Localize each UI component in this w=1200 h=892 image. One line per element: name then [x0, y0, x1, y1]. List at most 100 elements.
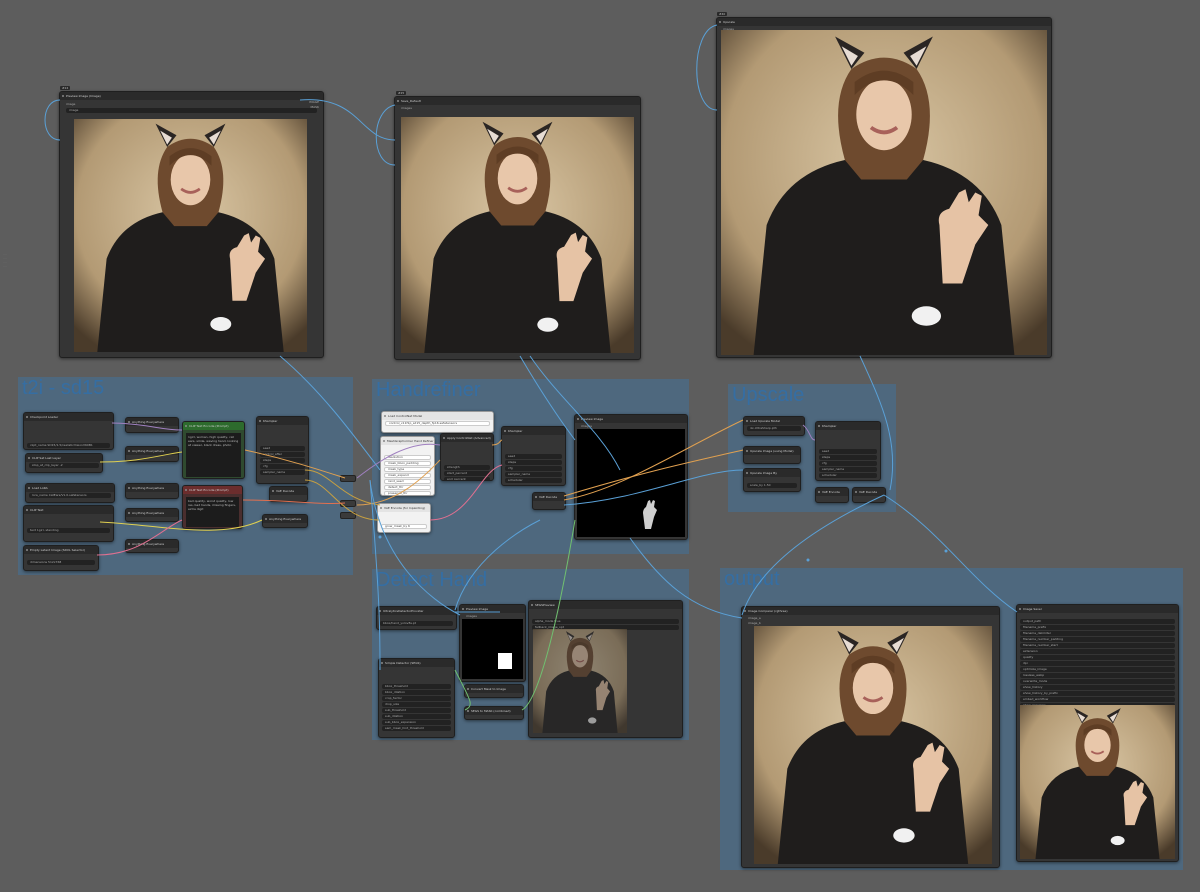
detector-widget[interactable]: sub_dilation — [382, 714, 451, 719]
output-slot-image[interactable]: IMAGE — [309, 100, 319, 104]
node-title[interactable]: Checkpoint Loader — [24, 413, 113, 421]
controlnet-widget[interactable]: end_percent — [444, 477, 490, 480]
ksampler-node-3[interactable]: KSampler seed steps cfg sampler_name sch… — [815, 421, 881, 481]
node-title[interactable]: Simple Detector (SEGS) — [379, 659, 454, 667]
node-title[interactable]: Preview Image — [575, 415, 687, 423]
ksampler-widget[interactable]: sampler_name — [505, 472, 562, 477]
node-title[interactable]: Load ControlNet Model — [382, 412, 493, 420]
upscale-preview-node[interactable]: Upscale images — [716, 17, 1052, 358]
apply-controlnet-node[interactable]: Apply ControlNet (Advanced) strength sta… — [440, 433, 494, 481]
save-default-node[interactable]: Save_Default images — [394, 96, 641, 360]
grow-mask-by-widget[interactable]: grow_mask_by 6 — [381, 524, 427, 529]
ksampler-node-2[interactable]: KSampler seed steps cfg sampler_name sch… — [501, 426, 566, 486]
saver-widget[interactable]: show_history — [1020, 685, 1175, 690]
saver-widget[interactable]: embed_workflow — [1020, 697, 1175, 702]
ckpt-name-widget[interactable]: ckpt_name SD15/1.5/realisticVisionV60B1 — [27, 443, 110, 448]
meshgraphormer-node[interactable]: MeshGraphormer Hand Refiner resolution m… — [380, 436, 435, 496]
ksampler-widget[interactable]: steps — [819, 455, 877, 460]
dimensions-widget[interactable]: dimensions 512x768 — [27, 560, 95, 565]
ksampler-widget[interactable]: scheduler — [505, 478, 562, 483]
saver-widget[interactable]: filename_delimiter — [1020, 631, 1175, 636]
compare-image[interactable] — [754, 626, 992, 864]
reroute-node[interactable] — [340, 512, 356, 519]
anything-everywhere-node[interactable]: Anything Everywhere — [125, 417, 179, 433]
saver-widget[interactable]: filename_number_start — [1020, 643, 1175, 648]
ksampler-widget[interactable]: sampler_name — [260, 470, 305, 475]
ksampler-widget[interactable]: seed — [819, 449, 877, 454]
input-slot-image-a[interactable]: image_a — [748, 616, 761, 620]
vae-encode-inpainting-node[interactable]: VAE Encode (for Inpainting) grow_mask_by… — [377, 503, 431, 533]
reroute-node[interactable] — [340, 500, 356, 507]
segs-preview-node[interactable]: SEGSPreview alpha_mode true fallback_ima… — [528, 600, 683, 738]
node-title[interactable]: Load LoRA — [26, 484, 114, 492]
node-title[interactable]: Upscale — [717, 18, 1051, 26]
saver-widget[interactable]: filename_number_padding — [1020, 637, 1175, 642]
detector-widget[interactable]: sub_bbox_expansion — [382, 720, 451, 725]
empty-latent-node[interactable]: Empty Latent Image (SDXL Selector) dimen… — [23, 545, 99, 571]
ksampler-widget[interactable]: steps — [260, 458, 305, 463]
load-lora-node[interactable]: Load LoRA lora_name CatEars/V1.0.safeten… — [25, 483, 115, 503]
meshgraphormer-widget[interactable]: mask_bbox_padding — [384, 461, 431, 466]
detector-widget[interactable]: sub_threshold — [382, 708, 451, 713]
vae-decode-node-3[interactable]: VAE Decode — [852, 487, 886, 503]
saver-widget[interactable]: filename_prefix — [1020, 625, 1175, 630]
lora-name-widget[interactable]: lora_name CatEars/V1.0.safetensors — [29, 493, 111, 498]
node-title[interactable]: Anything Everywhere — [126, 447, 178, 455]
upscale-image-by-node[interactable]: Upscale Image By scale_by 1.50 — [743, 468, 801, 492]
node-title[interactable]: VAE Decode — [270, 487, 307, 495]
ksampler-widget[interactable]: scheduler — [819, 473, 877, 478]
ksampler-widget[interactable]: cfg — [505, 466, 562, 471]
checkpoint-loader-node[interactable]: Checkpoint Loader ckpt_name SD15/1.5/rea… — [23, 412, 114, 450]
node-title[interactable]: VAE Encode — [816, 488, 848, 496]
meshgraphormer-widget[interactable]: resolution — [384, 455, 431, 460]
upscale-image-using-model-node[interactable]: Upscale Image (using Model) — [743, 446, 801, 464]
node-title[interactable]: VAE Decode — [533, 493, 565, 501]
preview-image-node-1[interactable]: Preview Image (Image) image IMAGE MASK i… — [59, 91, 324, 358]
node-title[interactable]: VAE Encode (for Inpainting) — [378, 504, 430, 512]
anything-everywhere-node[interactable]: Anything Everywhere — [262, 514, 308, 528]
simple-detector-node[interactable]: Simple Detector (SEGS) bbox_threshold bb… — [378, 658, 455, 738]
detector-widget[interactable]: drop_size — [382, 702, 451, 707]
input-slot-images[interactable]: images — [466, 614, 477, 618]
ksampler-widget[interactable]: cfg — [819, 461, 877, 466]
node-title[interactable]: Image Saver — [1017, 605, 1178, 613]
input-slot-images[interactable]: images — [401, 106, 412, 110]
saver-widget[interactable]: extension — [1020, 649, 1175, 654]
ultralytics-detector-node[interactable]: UltralyticsDetectorProvider bbox/hand_yo… — [376, 606, 457, 630]
ksampler-widget[interactable]: seed — [260, 446, 305, 451]
input-slot-images[interactable]: images — [581, 424, 592, 428]
node-title[interactable]: Convert Mask to Image — [465, 685, 523, 693]
node-title[interactable]: VAE Decode — [853, 488, 885, 496]
anything-everywhere-node[interactable]: Anything Everywhere — [125, 539, 179, 553]
node-title[interactable]: Preview Image (Image) — [60, 92, 323, 100]
convert-mask-node[interactable]: Convert Mask to Image — [464, 684, 524, 698]
preview-detect-node[interactable]: Preview Image images — [459, 604, 526, 682]
detector-widget[interactable]: sam_mask_hint_threshold — [382, 726, 451, 731]
meshgraphormer-widget[interactable]: mask_type — [384, 467, 431, 472]
node-title[interactable]: MeshGraphormer Hand Refiner — [381, 437, 434, 445]
node-title[interactable]: SEGS to MASK (combined) — [465, 707, 523, 715]
controlnet-widget[interactable]: strength — [444, 465, 490, 470]
node-title[interactable]: Anything Everywhere — [126, 540, 178, 548]
node-title[interactable]: CLIP Set Last Layer — [26, 454, 102, 462]
vae-decode-node-2[interactable]: VAE Decode — [532, 492, 566, 510]
node-title[interactable]: KSampler — [816, 422, 880, 430]
node-title[interactable]: Anything Everywhere — [126, 509, 178, 517]
ksampler-widget[interactable]: sampler_name — [819, 467, 877, 472]
node-title[interactable]: Upscale Image (using Model) — [744, 447, 800, 455]
node-title[interactable]: Empty Latent Image (SDXL Selector) — [24, 546, 98, 554]
node-title[interactable]: Preview Image — [460, 605, 525, 613]
ksampler-widget[interactable]: seed — [505, 454, 562, 459]
scale-by-widget[interactable]: scale_by 1.50 — [747, 483, 797, 488]
meshgraphormer-widget[interactable]: presence_thr — [384, 491, 431, 495]
node-title[interactable]: Upscale Image By — [744, 469, 800, 477]
input-slot-image[interactable]: image — [66, 102, 75, 106]
vae-encode-node[interactable]: VAE Encode — [815, 487, 849, 503]
node-title[interactable]: Image Comparer (rgthree) — [742, 607, 999, 615]
meshgraphormer-widget[interactable]: rand_seed — [384, 479, 431, 484]
saver-widget[interactable]: lossless_webp — [1020, 673, 1175, 678]
model-name-widget[interactable]: bbox/hand_yolov8s.pt — [380, 621, 453, 626]
node-title[interactable]: Load Upscale Model — [744, 417, 804, 425]
node-title[interactable]: KSampler — [502, 427, 565, 435]
ksampler-widget[interactable]: steps — [505, 460, 562, 465]
